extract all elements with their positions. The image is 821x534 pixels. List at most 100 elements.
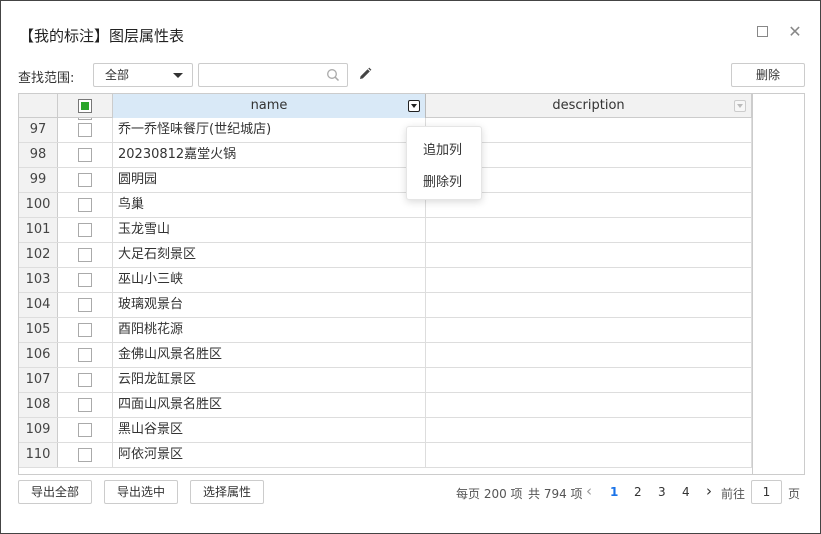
row-checkbox-cell[interactable] — [58, 418, 113, 442]
description-cell[interactable] — [426, 368, 752, 392]
name-cell[interactable]: 四面山风景名胜区 — [113, 393, 426, 417]
table-row[interactable]: 110 阿依河景区 — [19, 443, 752, 468]
table-row[interactable]: 105 酉阳桃花源 — [19, 318, 752, 343]
row-checkbox[interactable] — [78, 172, 92, 187]
row-checkbox-cell[interactable] — [58, 343, 113, 367]
chevron-down-icon — [173, 73, 183, 78]
next-page-icon[interactable]: › — [706, 482, 712, 500]
scope-select-value: 全部 — [105, 68, 130, 82]
table-row[interactable]: 104 玻璃观景台 — [19, 293, 752, 318]
prev-page-icon[interactable]: ‹ — [586, 482, 592, 500]
row-checkbox[interactable] — [78, 447, 92, 462]
description-cell[interactable] — [426, 293, 752, 317]
row-checkbox-cell[interactable] — [58, 168, 113, 192]
search-input[interactable] — [199, 64, 324, 86]
row-checkbox-cell[interactable] — [58, 218, 113, 242]
description-cell[interactable] — [426, 218, 752, 242]
export-selected-button[interactable]: 导出选中 — [104, 480, 178, 504]
export-all-button[interactable]: 导出全部 — [18, 480, 92, 504]
row-checkbox[interactable] — [78, 347, 92, 362]
name-cell[interactable]: 鸟巢 — [113, 193, 426, 217]
page-3[interactable]: 3 — [658, 485, 666, 499]
page-4[interactable]: 4 — [682, 485, 690, 499]
table-row[interactable]: 100 鸟巢 — [19, 193, 752, 218]
name-cell[interactable]: 云阳龙缸景区 — [113, 368, 426, 392]
page-1[interactable]: 1 — [610, 485, 618, 499]
row-checkbox[interactable] — [78, 272, 92, 287]
menu-item-append-column[interactable]: 追加列 — [423, 139, 462, 158]
name-column-menu-icon[interactable] — [408, 100, 420, 112]
name-cell[interactable]: 圆明园 — [113, 168, 426, 192]
row-number: 108 — [19, 393, 58, 417]
goto-suffix: 页 — [788, 487, 801, 501]
table-row[interactable]: 106 金佛山风景名胜区 — [19, 343, 752, 368]
row-checkbox-cell[interactable] — [58, 318, 113, 342]
row-checkbox[interactable] — [78, 397, 92, 412]
description-cell[interactable] — [426, 393, 752, 417]
table-row[interactable]: 109 黑山谷景区 — [19, 418, 752, 443]
header-name-column[interactable]: name — [113, 94, 426, 118]
row-checkbox-cell[interactable] — [58, 393, 113, 417]
row-checkbox[interactable] — [78, 122, 92, 137]
page-2[interactable]: 2 — [634, 485, 642, 499]
row-checkbox[interactable] — [78, 222, 92, 237]
row-checkbox[interactable] — [78, 372, 92, 387]
row-checkbox-cell[interactable] — [58, 268, 113, 292]
row-checkbox[interactable] — [78, 297, 92, 312]
menu-item-delete-column[interactable]: 删除列 — [423, 171, 462, 190]
row-checkbox-cell[interactable] — [58, 193, 113, 217]
row-number: 104 — [19, 293, 58, 317]
table-row[interactable]: 102 大足石刻景区 — [19, 243, 752, 268]
description-cell[interactable] — [426, 343, 752, 367]
name-cell[interactable]: 阿依河景区 — [113, 443, 426, 467]
description-cell[interactable] — [426, 243, 752, 267]
row-checkbox-cell[interactable] — [58, 118, 113, 142]
scope-select[interactable]: 全部 — [93, 63, 193, 87]
row-checkbox-cell[interactable] — [58, 143, 113, 167]
row-checkbox-cell[interactable] — [58, 243, 113, 267]
table-row[interactable]: 103 巫山小三峡 — [19, 268, 752, 293]
name-cell[interactable]: 大足石刻景区 — [113, 243, 426, 267]
select-all-checkbox[interactable] — [78, 98, 92, 113]
row-checkbox[interactable] — [78, 247, 92, 262]
name-cell[interactable]: 酉阳桃花源 — [113, 318, 426, 342]
row-checkbox[interactable] — [78, 422, 92, 437]
row-checkbox[interactable] — [78, 322, 92, 337]
row-checkbox-cell[interactable] — [58, 368, 113, 392]
header-description-column[interactable]: description — [426, 94, 752, 118]
table-row[interactable]: 99 圆明园 — [19, 168, 752, 193]
dialog-title: 【我的标注】图层属性表 — [19, 27, 185, 45]
header-select-all[interactable] — [58, 94, 113, 118]
description-cell[interactable] — [426, 418, 752, 442]
name-cell[interactable]: 玻璃观景台 — [113, 293, 426, 317]
name-cell[interactable]: 20230812嘉堂火锅 — [113, 143, 426, 167]
maximize-icon[interactable] — [756, 25, 770, 39]
description-cell[interactable] — [426, 318, 752, 342]
table-row[interactable]: 101 玉龙雪山 — [19, 218, 752, 243]
row-checkbox-cell[interactable] — [58, 293, 113, 317]
row-checkbox-cell[interactable] — [58, 443, 113, 467]
delete-button[interactable]: 删除 — [731, 63, 805, 87]
name-cell[interactable]: 玉龙雪山 — [113, 218, 426, 242]
grid-body: 97 乔一乔怪味餐厅(世纪城店) 98 20230812嘉堂火锅 99 圆明园 100 鸟巢 1… — [19, 118, 752, 474]
search-icon[interactable] — [326, 68, 340, 82]
description-cell[interactable] — [426, 268, 752, 292]
table-row[interactable]: 108 四面山风景名胜区 — [19, 393, 752, 418]
description-cell[interactable] — [426, 443, 752, 467]
edit-pencil-icon[interactable] — [358, 67, 372, 81]
row-number: 99 — [19, 168, 58, 192]
table-row[interactable]: 107 云阳龙缸景区 — [19, 368, 752, 393]
name-cell[interactable]: 黑山谷景区 — [113, 418, 426, 442]
description-column-menu-icon[interactable] — [734, 100, 746, 112]
name-cell[interactable]: 巫山小三峡 — [113, 268, 426, 292]
table-row[interactable]: 97 乔一乔怪味餐厅(世纪城店) — [19, 118, 752, 143]
row-checkbox[interactable] — [78, 147, 92, 162]
close-icon[interactable]: ✕ — [788, 24, 802, 40]
header-description-label: description — [552, 98, 625, 113]
row-checkbox[interactable] — [78, 197, 92, 212]
select-attributes-button[interactable]: 选择属性 — [190, 480, 264, 504]
name-cell[interactable]: 金佛山风景名胜区 — [113, 343, 426, 367]
goto-page-input[interactable]: 1 — [751, 480, 782, 504]
name-cell[interactable]: 乔一乔怪味餐厅(世纪城店) — [113, 118, 426, 142]
table-row[interactable]: 98 20230812嘉堂火锅 — [19, 143, 752, 168]
